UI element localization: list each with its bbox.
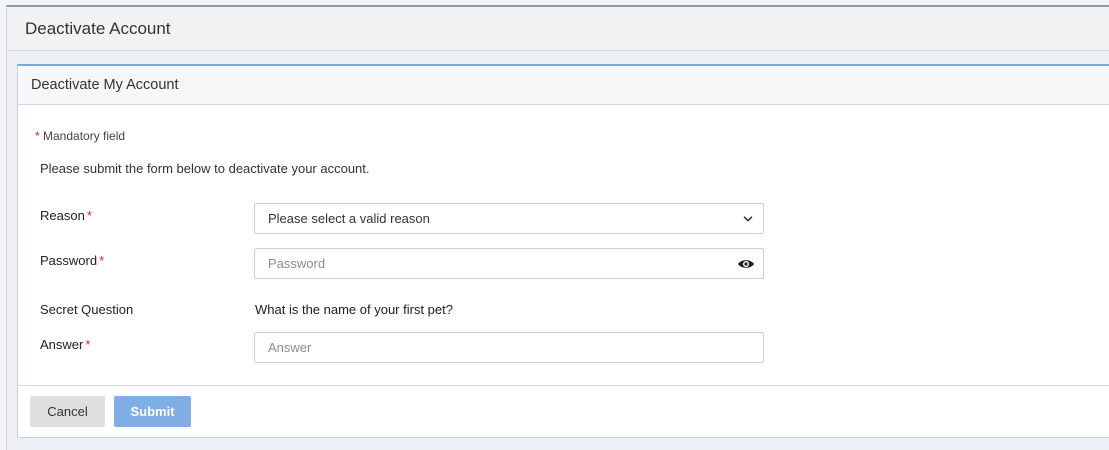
page-header: Deactivate Account bbox=[7, 7, 1109, 51]
required-star: * bbox=[86, 208, 92, 223]
instruction-text: Please submit the form below to deactiva… bbox=[40, 161, 370, 176]
deactivate-panel: Deactivate My Account * Mandatory field … bbox=[17, 64, 1109, 438]
answer-field[interactable]: Answer bbox=[254, 332, 764, 363]
panel-footer: Cancel Submit bbox=[18, 385, 1109, 436]
password-label: Password * bbox=[40, 253, 104, 268]
page-title: Deactivate Account bbox=[25, 18, 171, 38]
page-container: Deactivate Account Deactivate My Account… bbox=[6, 5, 1109, 450]
required-star: * bbox=[35, 129, 40, 143]
reason-select-value: Please select a valid reason bbox=[268, 211, 430, 226]
page-body: Deactivate My Account * Mandatory field … bbox=[7, 51, 1109, 450]
secret-question-text: What is the name of your first pet? bbox=[255, 302, 453, 317]
required-star: * bbox=[85, 337, 91, 352]
secret-question-label: Secret Question bbox=[40, 302, 134, 317]
answer-label-text: Answer bbox=[40, 337, 84, 352]
password-placeholder: Password bbox=[268, 256, 326, 271]
panel-body: * Mandatory field Please submit the form… bbox=[18, 105, 1109, 385]
password-label-text: Password bbox=[40, 253, 98, 268]
reason-select[interactable]: Please select a valid reason bbox=[254, 203, 764, 234]
reason-label: Reason * bbox=[40, 208, 92, 223]
mandatory-note-text: Mandatory field bbox=[43, 129, 126, 143]
password-field[interactable]: Password bbox=[254, 248, 764, 279]
eye-icon[interactable] bbox=[737, 256, 755, 272]
answer-label: Answer * bbox=[40, 337, 90, 352]
panel-header: Deactivate My Account bbox=[18, 66, 1109, 105]
chevron-down-icon bbox=[743, 216, 753, 222]
panel-title: Deactivate My Account bbox=[31, 77, 179, 93]
reason-label-text: Reason bbox=[40, 208, 85, 223]
submit-button[interactable]: Submit bbox=[114, 395, 191, 427]
cancel-button[interactable]: Cancel bbox=[30, 395, 105, 427]
required-star: * bbox=[99, 253, 105, 268]
mandatory-note: * Mandatory field bbox=[35, 129, 125, 143]
answer-placeholder: Answer bbox=[268, 340, 312, 355]
